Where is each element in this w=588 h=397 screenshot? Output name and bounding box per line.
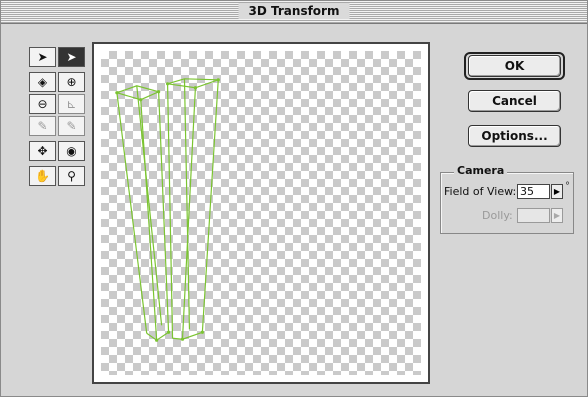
field-of-view-input[interactable]: 35	[517, 184, 550, 199]
triangle-right-icon: ▶	[553, 187, 561, 196]
cube-tool[interactable]: ◈	[29, 72, 56, 92]
cylinder-tool-icon: ⊖	[37, 97, 48, 111]
field-of-view-unit: °	[565, 181, 570, 192]
cylinder-tool[interactable]: ⊖	[29, 94, 56, 114]
sphere-tool[interactable]: ⊕	[58, 72, 85, 92]
title-bar[interactable]: 3D Transform	[1, 1, 587, 24]
dolly-label: Dolly:	[482, 209, 513, 222]
options-button[interactable]: Options...	[468, 125, 561, 147]
pan-camera-tool[interactable]: ✥	[29, 141, 56, 161]
delete-anchor-tool-icon: ✎	[66, 119, 77, 133]
preview-frame	[92, 42, 430, 384]
add-anchor-tool-icon: ✎	[37, 119, 48, 133]
dolly-arrow-button[interactable]: ▶	[551, 208, 563, 223]
convert-anchor-tool-icon: ⊾	[66, 97, 77, 111]
pan-camera-tool-icon: ✥	[37, 144, 48, 158]
direct-selection-tool[interactable]: ➤	[58, 47, 85, 67]
delete-anchor-tool[interactable]: ✎	[58, 116, 85, 136]
dolly-input[interactable]	[517, 208, 550, 223]
left-column-edge	[158, 91, 170, 333]
zoom-tool-icon: ⚲	[67, 169, 76, 183]
sphere-tool-icon: ⊕	[66, 75, 77, 89]
right-column-edge	[166, 83, 174, 339]
ok-button[interactable]: OK	[468, 55, 561, 77]
trackball-tool-icon: ◉	[66, 144, 77, 158]
preview-canvas[interactable]	[101, 51, 421, 375]
vertex-point[interactable]	[166, 330, 171, 334]
3d-transform-dialog: 3D Transform ➤ ➤ ◈ ⊕ ⊖ ⊾ ✎ ✎ ✥ ◉ ✋ ⚲ OK …	[0, 0, 588, 397]
selection-tool[interactable]: ➤	[29, 47, 56, 67]
tool-palette: ➤ ➤ ◈ ⊕ ⊖ ⊾ ✎ ✎ ✥ ◉ ✋ ⚲	[28, 46, 86, 187]
wireframe-columns	[114, 78, 219, 341]
cube-tool-icon: ◈	[37, 75, 48, 89]
camera-group-label: Camera	[454, 164, 508, 177]
left-column-edge	[136, 85, 163, 326]
field-of-view-arrow-button[interactable]: ▶	[551, 184, 563, 199]
hand-tool-icon: ✋	[35, 169, 50, 183]
vertex-point[interactable]	[216, 78, 220, 82]
right-column-top	[167, 78, 219, 89]
vertex-point[interactable]	[165, 82, 170, 86]
right-column-bottom	[172, 331, 203, 340]
hand-tool[interactable]: ✋	[29, 166, 56, 186]
right-column-edge	[201, 79, 219, 333]
camera-group	[440, 172, 574, 234]
selection-tool-icon: ➤	[37, 50, 48, 64]
vertex-point[interactable]	[155, 338, 159, 342]
zoom-tool[interactable]: ⚲	[58, 166, 85, 186]
vertex-point[interactable]	[193, 86, 197, 90]
wireframe-preview[interactable]	[101, 51, 421, 375]
vertex-point[interactable]	[180, 337, 185, 341]
vertex-point[interactable]	[157, 90, 161, 94]
trackball-tool[interactable]: ◉	[58, 141, 85, 161]
vertex-point[interactable]	[200, 330, 204, 334]
convert-anchor-tool[interactable]: ⊾	[58, 94, 85, 114]
add-anchor-tool[interactable]: ✎	[29, 116, 56, 136]
direct-selection-tool-icon: ➤	[66, 50, 77, 64]
vertex-point[interactable]	[139, 98, 143, 102]
vertex-point[interactable]	[115, 91, 119, 95]
cancel-button[interactable]: Cancel	[468, 90, 561, 112]
dialog-title: 3D Transform	[238, 3, 350, 19]
triangle-right-icon: ▶	[553, 211, 561, 220]
field-of-view-label: Field of View:	[444, 185, 517, 198]
